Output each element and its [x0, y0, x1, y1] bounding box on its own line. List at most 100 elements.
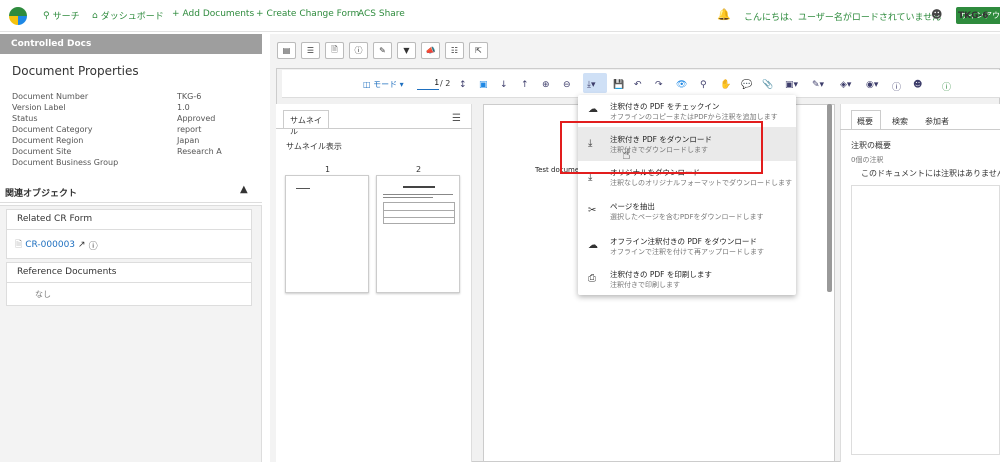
thumb-text-line — [296, 188, 310, 189]
mode-label: モード — [373, 80, 398, 89]
hand-cursor-icon: ☝ — [622, 147, 631, 163]
annotation-list — [851, 185, 1000, 455]
menu-item-extract-pages-desc: 選択したページを含むPDFをダウンロードします — [610, 213, 764, 221]
cloud-download-icon: ☁ — [588, 240, 598, 251]
toolbar-view-icon[interactable]: ▤ — [277, 42, 296, 59]
users-icon[interactable]: ☻ — [913, 80, 922, 90]
fit-screen-icon[interactable]: ▣ — [479, 80, 488, 90]
download-icon[interactable]: ⤓▾ — [587, 80, 596, 90]
prop-key: Status — [12, 114, 38, 123]
highlight-box — [560, 121, 763, 174]
menu-item-checkin[interactable]: 注釈付きの PDF をチェックイン — [610, 101, 719, 112]
menu-item-print[interactable]: 注釈付きの PDF を印刷します — [610, 269, 712, 280]
cr-link[interactable]: CR-000003 — [25, 240, 75, 250]
prop-value: TKG-6 — [177, 92, 202, 101]
info-circle-icon[interactable]: ⓘ — [942, 80, 951, 93]
toolbar-filter-icon[interactable]: ▼ — [397, 42, 416, 59]
app-logo[interactable] — [9, 7, 27, 25]
nav-search[interactable]: ⚲ サーチ — [43, 9, 80, 23]
text-box-icon[interactable]: ▣▾ — [785, 80, 798, 90]
menu-item-download-offline[interactable]: オフライン注釈付きの PDF をダウンロード — [610, 236, 757, 247]
reference-documents-box: Reference Documents なし — [6, 262, 252, 306]
menu-item-extract-pages[interactable]: ページを抽出 — [610, 201, 655, 212]
prop-value: 1.0 — [177, 103, 190, 112]
nav-add-documents-label: Add Documents — [182, 9, 255, 19]
redo-icon[interactable]: ↷ — [655, 80, 663, 90]
menu-item-download-offline-desc: オフラインで注釈を付けて再アップロードします — [610, 248, 764, 256]
reference-none: なし — [35, 290, 51, 299]
zoom-out-icon[interactable]: ⊖ — [563, 80, 571, 90]
toolbar-info-icon[interactable]: ⓘ — [349, 42, 368, 59]
toolbar-export-icon[interactable]: ⇱ — [469, 42, 488, 59]
tab-thumbnails[interactable]: サムネイル — [283, 110, 329, 136]
nav-dashboard[interactable]: ⌂ ダッシュボード — [92, 9, 164, 23]
nav-acs-share[interactable]: ACS Share — [358, 9, 405, 19]
toolbar-file-icon[interactable]: 🗎 — [325, 42, 344, 59]
tab-summary[interactable]: 概要 — [857, 116, 873, 127]
comment-icon[interactable]: 💬 — [741, 80, 752, 90]
home-icon: ⌂ — [92, 10, 98, 21]
thumb-table — [383, 202, 455, 224]
toolbar-edit-icon[interactable]: ✎ — [373, 42, 392, 59]
tab-search[interactable]: 検索 — [892, 116, 908, 127]
pan-hand-icon[interactable]: ✋ — [720, 80, 731, 90]
prop-key: Document Number — [12, 92, 89, 101]
thumb-text-line — [383, 194, 453, 195]
pin-icon[interactable]: ⚲ — [700, 80, 707, 90]
prop-key: Version Label — [12, 103, 66, 112]
prop-value: Japan — [177, 136, 200, 145]
thumbnail-options-icon[interactable]: ☰ — [452, 113, 461, 124]
thumbnail-page-2[interactable] — [376, 175, 460, 293]
toolbar-calendar-icon[interactable]: ☷ — [445, 42, 464, 59]
vertical-scrollbar[interactable] — [827, 104, 832, 292]
nav-create-change-form-label: Create Change Form — [266, 9, 360, 19]
thumbnail-page-1[interactable] — [285, 175, 369, 293]
user-icon[interactable]: ☻ — [931, 8, 942, 21]
zoom-in-icon[interactable]: ⊕ — [542, 80, 550, 90]
hide-annotations-icon[interactable]: 👁 — [676, 80, 687, 90]
attachment-icon[interactable]: 📎 — [762, 80, 773, 90]
related-objects-header[interactable]: 関連オブジェクト — [0, 181, 262, 203]
undo-icon[interactable]: ↶ — [634, 80, 642, 90]
info-icon[interactable]: ⓘ — [89, 239, 98, 252]
no-annotations-text: このドキュメントには注釈はありません。 — [861, 169, 1000, 178]
cr-link-row: 🗎 CR-000003 ↗ ⓘ — [7, 230, 251, 260]
greeting-text: こんにちは、ユーザー名がロードされていません — [744, 13, 942, 23]
related-cr-form-box: Related CR Form 🗎 CR-000003 ↗ ⓘ — [6, 209, 252, 259]
prop-value: Approved — [177, 114, 216, 123]
mode-icon: ◫ — [363, 80, 371, 89]
bell-icon[interactable]: 🔔 — [717, 8, 731, 21]
page-number-input[interactable] — [417, 76, 439, 90]
chevron-up-icon[interactable]: ▲ — [240, 184, 248, 195]
search-icon: ⚲ — [43, 10, 50, 21]
divider — [840, 129, 1000, 130]
help-icon[interactable]: ⓘ — [892, 80, 901, 93]
text-cursor-icon[interactable]: ↕ — [459, 80, 467, 90]
document-id: TKG-6 — [958, 11, 989, 21]
thumbnail-page-number: 1 — [325, 165, 331, 174]
pen-icon[interactable]: ✎▾ — [812, 80, 824, 90]
arrow-down-icon[interactable]: ↓ — [500, 80, 508, 90]
nav-search-label: サーチ — [52, 12, 80, 22]
thumb-text-line — [403, 186, 435, 188]
save-icon[interactable]: 💾 — [613, 80, 624, 90]
tab-participants[interactable]: 参加者 — [925, 116, 949, 127]
menu-item-download-original-desc: 注釈なしのオリジナルフォーマットでダウンロードします — [610, 179, 792, 187]
top-navbar: ⚲ サーチ ⌂ ダッシュボード + Add Documents + Create Cha… — [0, 0, 1000, 32]
palette-icon[interactable]: ◉▾ — [866, 80, 878, 90]
thumb-text-line — [383, 197, 433, 198]
thumbnail-panel-title: サムネイル表示 — [286, 142, 342, 151]
toolbar-megaphone-icon[interactable]: 📣 — [421, 42, 440, 59]
toolbar-list-icon[interactable]: ☰ — [301, 42, 320, 59]
cloud-upload-icon: ☁ — [588, 104, 598, 115]
arrow-up-icon[interactable]: ↑ — [521, 80, 529, 90]
nav-create-change-form[interactable]: + Create Change Form — [256, 9, 359, 19]
nav-dashboard-label: ダッシュボード — [100, 12, 164, 22]
thumbnail-page-number: 2 — [416, 165, 422, 174]
external-link-icon[interactable]: ↗ — [78, 240, 86, 250]
plus-icon: + — [172, 9, 180, 19]
mode-dropdown[interactable]: ◫ モード ▾ — [363, 79, 404, 90]
nav-add-documents[interactable]: + Add Documents — [172, 9, 254, 19]
panel-header: Controlled Docs — [0, 34, 262, 54]
layers-icon[interactable]: ◈▾ — [840, 80, 851, 90]
